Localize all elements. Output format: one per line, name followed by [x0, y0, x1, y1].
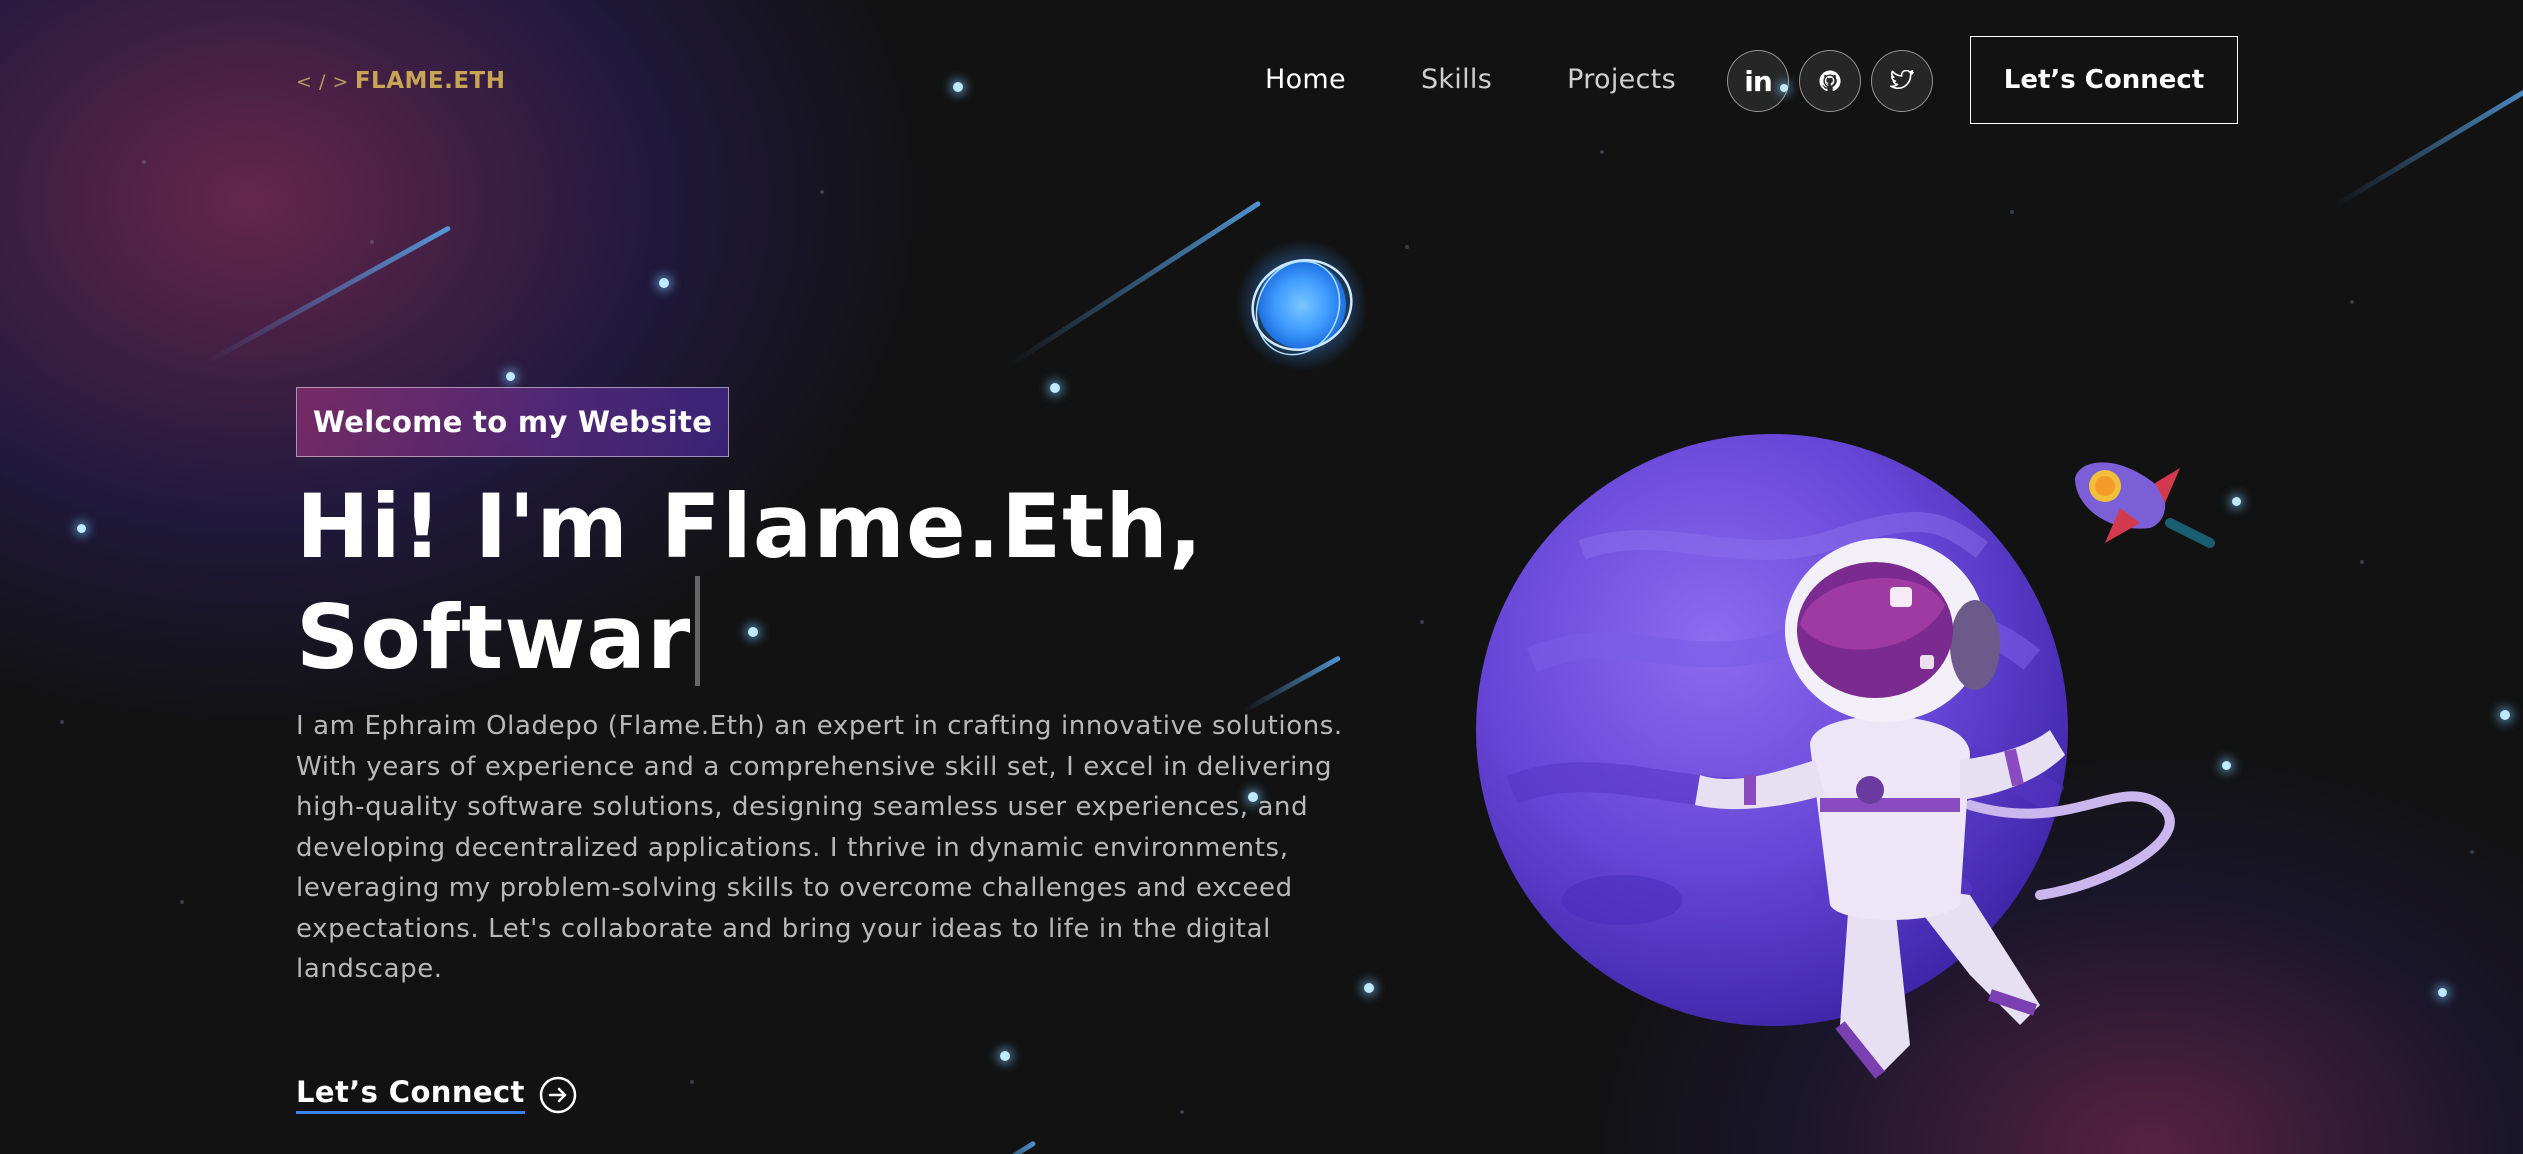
star	[77, 524, 86, 533]
astronaut-illustration	[1695, 538, 2175, 1079]
star	[2500, 710, 2510, 720]
glowing-planet-illustration	[1236, 239, 1368, 371]
rocket-illustration	[2075, 462, 2215, 548]
nav-link-skills[interactable]: Skills	[1421, 64, 1492, 95]
bio-paragraph: I am Ephraim Oladepo (Flame.Eth) an expe…	[296, 711, 1343, 984]
shooting-star	[1242, 655, 1342, 714]
dust	[1600, 150, 1604, 154]
nav-link-home[interactable]: Home	[1265, 64, 1346, 95]
hero-headline: Hi! I'm Flame.Eth, Softwar	[296, 478, 1203, 687]
shooting-star	[982, 1140, 1037, 1154]
dust	[820, 190, 824, 194]
shooting-star	[2332, 80, 2523, 209]
linkedin-icon: in	[1744, 64, 1773, 98]
github-icon	[1819, 70, 1841, 92]
dust	[142, 160, 146, 164]
dust	[2360, 560, 2364, 564]
code-glyph: < / >	[296, 71, 349, 93]
star	[2222, 761, 2231, 770]
github-link[interactable]	[1799, 50, 1861, 112]
dust	[60, 720, 64, 724]
twitter-icon	[1890, 70, 1914, 89]
dust	[2010, 210, 2014, 214]
dust	[2350, 300, 2354, 304]
main-nav: Home Skills Projects	[1265, 64, 1676, 95]
star	[2232, 497, 2241, 506]
headline-line-1: Hi! I'm Flame.Eth,	[296, 475, 1204, 578]
star	[659, 278, 669, 288]
shooting-star	[1007, 200, 1262, 368]
dust	[180, 900, 184, 904]
dust	[370, 240, 374, 244]
dust	[1420, 620, 1424, 624]
nav-link-projects[interactable]: Projects	[1567, 64, 1676, 95]
brand-name: FLAME.ETH	[354, 68, 506, 94]
star	[1050, 383, 1060, 393]
star	[953, 82, 963, 92]
hero-section: < / > FLAME.ETH Home Skills Projects in L…	[0, 0, 2523, 1154]
headline-line-2: Softwar	[296, 576, 1203, 687]
star	[2438, 988, 2447, 997]
arrow-right-circle-icon	[539, 1076, 577, 1113]
dust	[1180, 1110, 1184, 1114]
lets-connect-link[interactable]: Let’s Connect	[296, 1075, 577, 1114]
cta-label: Let’s Connect	[296, 1075, 525, 1114]
welcome-tagline: Welcome to my Website	[296, 387, 730, 457]
dust	[2470, 850, 2474, 854]
star	[506, 372, 515, 381]
dust	[1405, 245, 1409, 249]
typing-text: Softwar	[296, 586, 692, 689]
brand-logo[interactable]: < / > FLAME.ETH	[296, 68, 505, 94]
linkedin-link[interactable]: in	[1727, 50, 1789, 112]
shooting-star	[203, 225, 452, 366]
lets-connect-button[interactable]: Let’s Connect	[1970, 36, 2238, 124]
star	[1000, 1051, 1010, 1061]
social-links: in	[1727, 50, 1933, 112]
dust	[690, 1080, 694, 1084]
twitter-link[interactable]	[1871, 50, 1933, 112]
typing-cursor	[695, 576, 701, 686]
star	[1364, 983, 1374, 993]
